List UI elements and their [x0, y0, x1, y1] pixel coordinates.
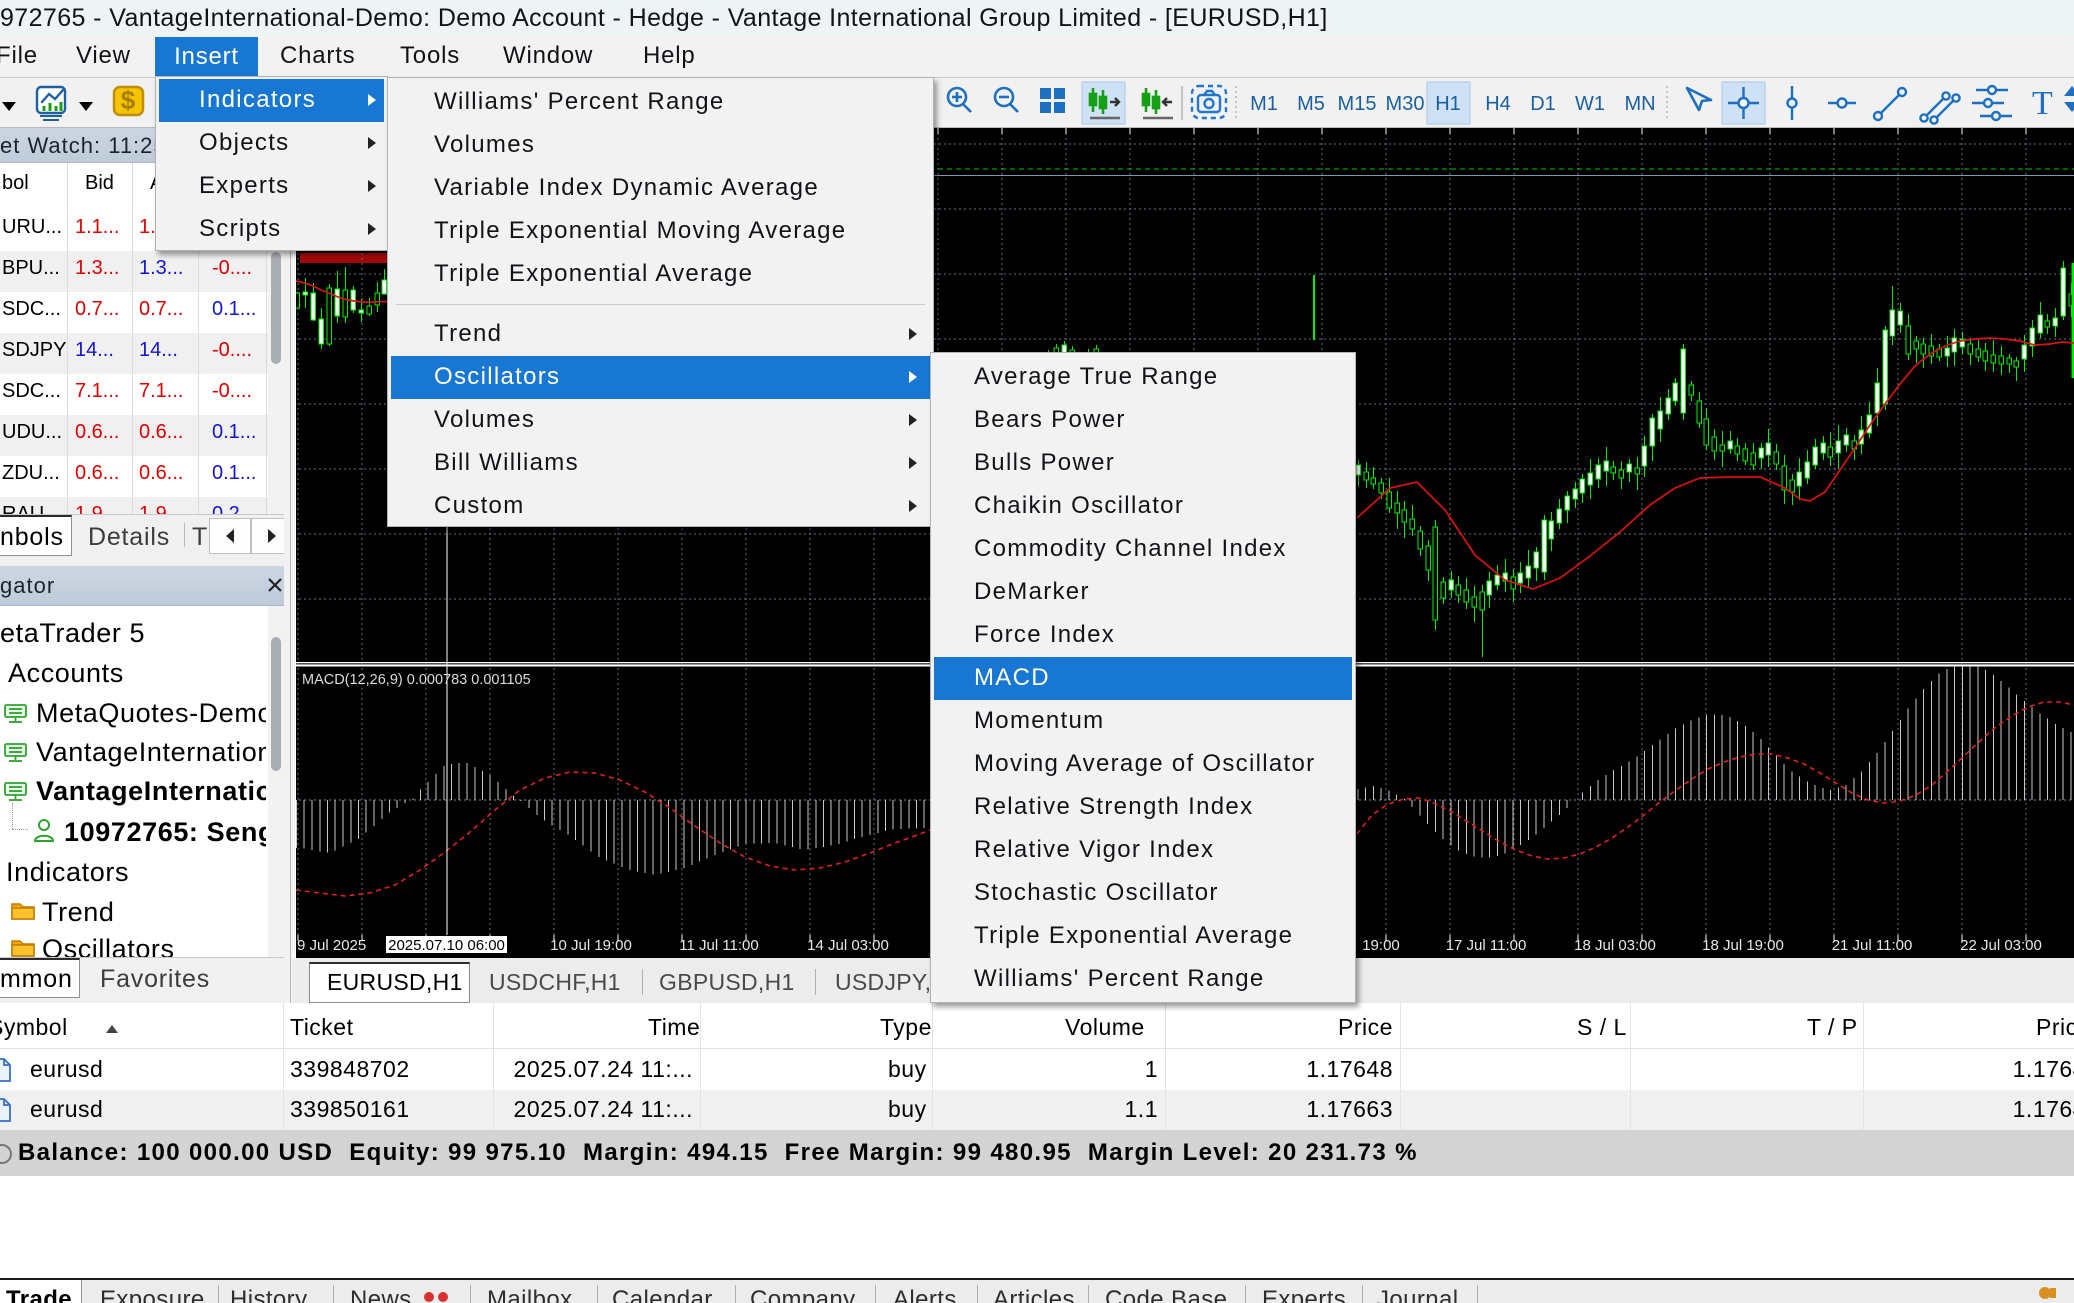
svg-text:T: T	[2032, 85, 2053, 122]
svg-text:10 Jul 19:00: 10 Jul 19:00	[550, 937, 632, 954]
svg-text:MN: MN	[1624, 93, 1655, 115]
svg-text:14 Jul 03:00: 14 Jul 03:00	[807, 937, 889, 954]
svg-text:H4: H4	[1485, 93, 1511, 115]
svg-text:17 Jul 11:00: 17 Jul 11:00	[1446, 937, 1527, 954]
svg-text:H1: H1	[1435, 93, 1461, 115]
svg-text:$: $	[121, 85, 136, 115]
svg-text:M15: M15	[1338, 93, 1377, 115]
svg-text:11 Jul 11:00: 11 Jul 11:00	[679, 937, 759, 954]
svg-text:22 Jul 03:00: 22 Jul 03:00	[1960, 937, 2042, 954]
svg-text:9 Jul 2025: 9 Jul 2025	[297, 937, 366, 954]
svg-text:D1: D1	[1530, 93, 1556, 115]
svg-text:M1: M1	[1250, 93, 1278, 115]
svg-text:MACD(12,26,9) 0.000783 0.00110: MACD(12,26,9) 0.000783 0.001105	[302, 672, 531, 688]
svg-text:21 Jul 11:00: 21 Jul 11:00	[1832, 937, 1913, 954]
svg-text:2025.07.10 06:00: 2025.07.10 06:00	[388, 937, 505, 954]
svg-text:W1: W1	[1575, 93, 1605, 115]
svg-text:M5: M5	[1297, 93, 1325, 115]
svg-text:18 Jul 03:00: 18 Jul 03:00	[1574, 937, 1656, 954]
svg-text:18 Jul 19:00: 18 Jul 19:00	[1702, 937, 1784, 954]
svg-text:19:00: 19:00	[1362, 937, 1400, 954]
svg-text:M30: M30	[1386, 93, 1425, 115]
